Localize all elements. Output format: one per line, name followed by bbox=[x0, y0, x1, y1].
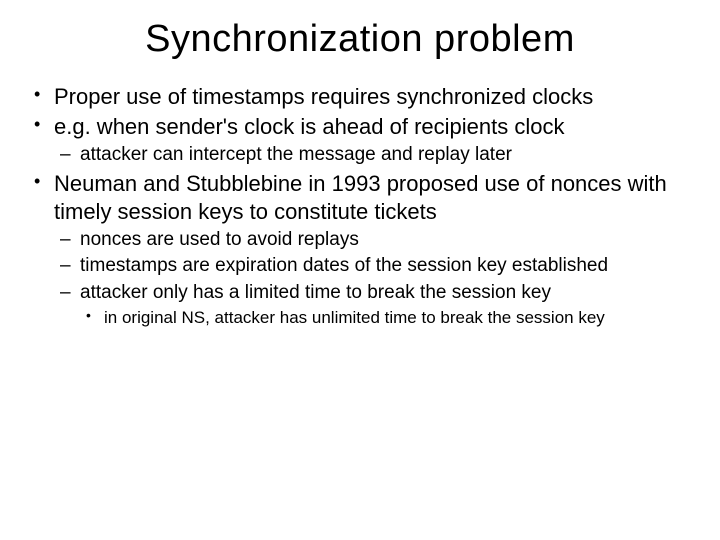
bullet-text: attacker only has a limited time to brea… bbox=[80, 282, 551, 303]
bullet-text: in original NS, attacker has unlimited t… bbox=[104, 308, 605, 327]
bullet-text: attacker can intercept the message and r… bbox=[80, 144, 512, 165]
list-item: Neuman and Stubblebine in 1993 proposed … bbox=[28, 170, 692, 329]
bullet-text: nonces are used to avoid replays bbox=[80, 229, 359, 250]
list-item: e.g. when sender's clock is ahead of rec… bbox=[28, 113, 692, 167]
sub-sub-list: in original NS, attacker has unlimited t… bbox=[80, 307, 692, 329]
sub-list: nonces are used to avoid replays timesta… bbox=[54, 228, 692, 329]
bullet-text: Neuman and Stubblebine in 1993 proposed … bbox=[54, 171, 667, 224]
list-item: attacker can intercept the message and r… bbox=[54, 143, 692, 167]
list-item: in original NS, attacker has unlimited t… bbox=[80, 307, 692, 329]
list-item: Proper use of timestamps requires synchr… bbox=[28, 83, 692, 111]
list-item: nonces are used to avoid replays bbox=[54, 228, 692, 252]
list-item: timestamps are expiration dates of the s… bbox=[54, 254, 692, 278]
bullet-text: Proper use of timestamps requires synchr… bbox=[54, 84, 593, 109]
list-item: attacker only has a limited time to brea… bbox=[54, 281, 692, 329]
slide-title: Synchronization problem bbox=[28, 18, 692, 61]
bullet-text: e.g. when sender's clock is ahead of rec… bbox=[54, 114, 564, 139]
sub-list: attacker can intercept the message and r… bbox=[54, 143, 692, 167]
bullet-list: Proper use of timestamps requires synchr… bbox=[28, 83, 692, 329]
bullet-text: timestamps are expiration dates of the s… bbox=[80, 255, 608, 276]
